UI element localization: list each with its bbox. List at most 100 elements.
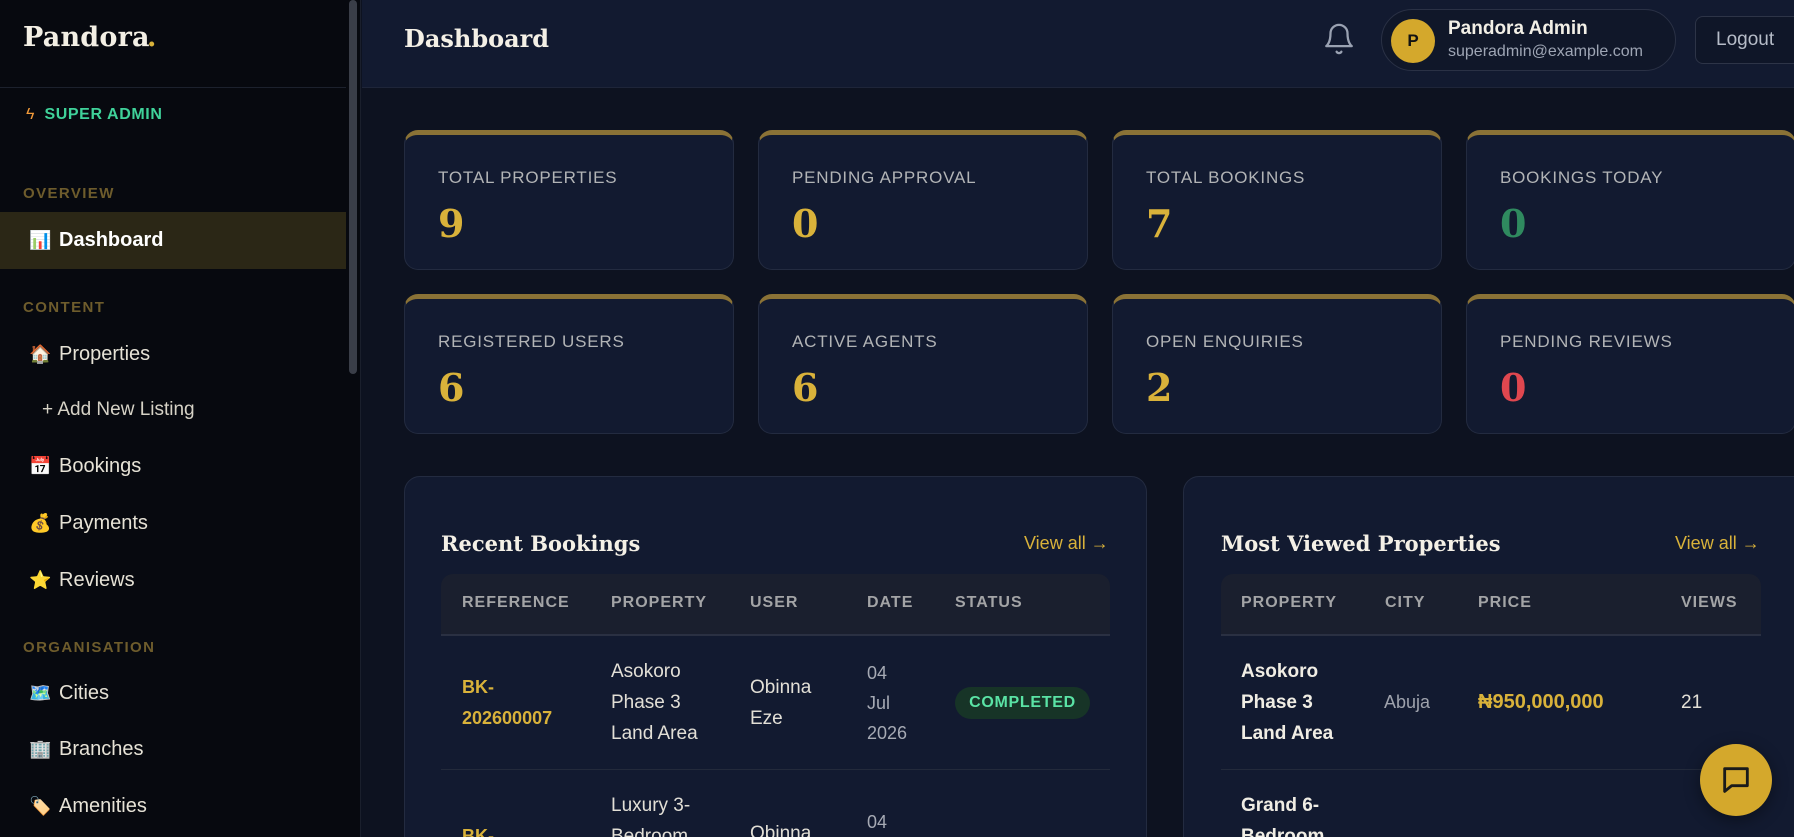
chart-icon: 📊 bbox=[29, 230, 52, 250]
booking-property: Asokoro Phase 3 Land Area bbox=[611, 656, 698, 749]
column-header[interactable]: STATUS bbox=[955, 594, 1023, 612]
sidebar-item-payments[interactable]: 💰 Payments bbox=[0, 495, 346, 552]
stat-label: PENDING REVIEWS bbox=[1500, 332, 1673, 351]
column-header[interactable]: PRICE bbox=[1478, 594, 1532, 612]
text-line: 202600007 bbox=[462, 708, 553, 728]
column-header[interactable]: DATE bbox=[867, 594, 913, 612]
column-header[interactable]: PROPERTY bbox=[611, 594, 707, 612]
stat-value: 9 bbox=[438, 201, 465, 246]
building-icon: 🏢 bbox=[29, 739, 52, 759]
sidebar-item-label: Reviews bbox=[59, 569, 135, 591]
stat-value: 2 bbox=[1146, 365, 1173, 410]
sidebar-item-dashboard[interactable]: 📊 Dashboard bbox=[0, 212, 346, 269]
bell-icon[interactable] bbox=[1322, 22, 1356, 56]
text-line: Land Area bbox=[611, 723, 698, 744]
stat-label: ACTIVE AGENTS bbox=[792, 332, 938, 351]
text-line: Land Area bbox=[1241, 723, 1334, 744]
logout-button[interactable]: Logout bbox=[1695, 16, 1794, 64]
sidebar-item-amenities[interactable]: 🏷️ Amenities bbox=[0, 778, 346, 835]
text-line: BK- bbox=[462, 677, 494, 697]
stat-card-pending-approval: PENDING APPROVAL 0 bbox=[758, 130, 1088, 270]
property-name[interactable]: Grand 6- Bedroom bbox=[1241, 790, 1324, 837]
row-divider bbox=[1221, 769, 1761, 770]
text-line: Phase 3 bbox=[1241, 692, 1313, 713]
stat-value: 0 bbox=[1500, 365, 1527, 410]
tag-icon: 🏷️ bbox=[29, 796, 52, 816]
money-bag-icon: 💰 bbox=[29, 513, 52, 533]
column-header[interactable]: CITY bbox=[1385, 594, 1425, 612]
table-header: REFERENCE PROPERTY USER DATE STATUS bbox=[441, 574, 1110, 636]
text-line: Bedroom bbox=[611, 826, 689, 837]
page-title: Dashboard bbox=[404, 24, 550, 53]
user-name: Pandora Admin bbox=[1448, 18, 1588, 39]
booking-user: Obinna Eze bbox=[750, 672, 811, 734]
stat-value: 6 bbox=[792, 365, 819, 410]
text-line: BK- bbox=[462, 826, 494, 837]
stat-value: 0 bbox=[792, 201, 819, 246]
sidebar-item-cities[interactable]: 🗺️ Cities bbox=[0, 665, 346, 722]
sidebar-item-add-listing[interactable]: + Add New Listing bbox=[42, 399, 195, 421]
view-all-properties-link[interactable]: View all → bbox=[1675, 533, 1760, 554]
booking-date: 04 Jul 2026 bbox=[867, 658, 907, 748]
stat-label: TOTAL PROPERTIES bbox=[438, 168, 618, 187]
sidebar-item-label: Payments bbox=[59, 512, 148, 534]
house-icon: 🏠 bbox=[29, 344, 52, 364]
stat-card-registered-users: REGISTERED USERS 6 bbox=[404, 294, 734, 434]
text-line: Obinna bbox=[750, 677, 812, 698]
sidebar-item-label: Dashboard bbox=[59, 229, 164, 251]
map-icon: 🗺️ bbox=[29, 683, 52, 703]
booking-date: 04 bbox=[867, 807, 887, 837]
stat-label: BOOKINGS TODAY bbox=[1500, 168, 1664, 187]
user-menu[interactable]: P Pandora Admin superadmin@example.com bbox=[1381, 9, 1676, 71]
sidebar-item-bookings[interactable]: 📅 Bookings bbox=[0, 438, 346, 495]
sidebar-item-label: Cities bbox=[59, 682, 110, 704]
stat-card-total-properties: TOTAL PROPERTIES 9 bbox=[404, 130, 734, 270]
sidebar-item-label: Amenities bbox=[59, 795, 147, 817]
stat-card-open-enquiries: OPEN ENQUIRIES 2 bbox=[1112, 294, 1442, 434]
text-line: 2026 bbox=[867, 723, 908, 743]
sidebar-item-label: Properties bbox=[59, 343, 151, 365]
column-header[interactable]: REFERENCE bbox=[462, 594, 570, 612]
text-line: Jul bbox=[867, 693, 891, 713]
stat-card-active-agents: ACTIVE AGENTS 6 bbox=[758, 294, 1088, 434]
avatar: P bbox=[1391, 19, 1435, 63]
calendar-icon: 📅 bbox=[29, 456, 52, 476]
text-line: 04 bbox=[867, 663, 888, 683]
recent-bookings-panel: Recent Bookings View all → REFERENCE PRO… bbox=[404, 476, 1147, 837]
text-line: Phase 3 bbox=[611, 692, 681, 713]
sidebar-item-properties[interactable]: 🏠 Properties bbox=[0, 326, 346, 383]
text-line: Asokoro bbox=[611, 661, 681, 682]
column-header[interactable]: USER bbox=[750, 594, 798, 612]
text-line: Luxury 3- bbox=[611, 795, 691, 816]
booking-reference[interactable]: BK- bbox=[462, 821, 494, 837]
text-line: 04 bbox=[867, 812, 888, 832]
text-line: Obinna bbox=[750, 823, 812, 837]
sidebar-item-reviews[interactable]: ⭐ Reviews bbox=[0, 552, 346, 609]
row-divider bbox=[441, 769, 1110, 770]
sidebar-item-label: Branches bbox=[59, 738, 144, 760]
stat-value: 6 bbox=[438, 365, 465, 410]
column-header[interactable]: VIEWS bbox=[1681, 594, 1738, 612]
stat-label: PENDING APPROVAL bbox=[792, 168, 977, 187]
stat-label: OPEN ENQUIRIES bbox=[1146, 332, 1304, 351]
chat-button[interactable] bbox=[1700, 744, 1772, 816]
stat-card-pending-reviews: PENDING REVIEWS 0 bbox=[1466, 294, 1794, 434]
column-header[interactable]: PROPERTY bbox=[1241, 594, 1337, 612]
table-header: PROPERTY CITY PRICE VIEWS bbox=[1221, 574, 1761, 636]
section-organisation: ORGANISATION bbox=[23, 639, 156, 656]
panel-title: Recent Bookings bbox=[441, 531, 641, 556]
brand-logo[interactable]: Pandora bbox=[23, 22, 150, 53]
section-overview: OVERVIEW bbox=[23, 185, 115, 202]
sidebar-scrollbar[interactable] bbox=[349, 0, 357, 374]
sidebar-item-branches[interactable]: 🏢 Branches bbox=[0, 721, 346, 778]
booking-reference[interactable]: BK- 202600007 bbox=[462, 672, 552, 734]
status-badge: COMPLETED bbox=[955, 687, 1090, 719]
property-price: ₦950,000,000 bbox=[1478, 691, 1604, 713]
role-label: SUPER ADMIN bbox=[44, 106, 163, 123]
stat-value: 7 bbox=[1146, 201, 1173, 246]
property-name[interactable]: Asokoro Phase 3 Land Area bbox=[1241, 656, 1333, 749]
sidebar: Pandora . ϟ SUPER ADMIN OVERVIEW 📊 Dashb… bbox=[0, 0, 361, 837]
view-all-bookings-link[interactable]: View all → bbox=[1024, 533, 1109, 554]
chat-icon bbox=[1723, 767, 1749, 793]
sidebar-item-label: Bookings bbox=[59, 455, 142, 477]
